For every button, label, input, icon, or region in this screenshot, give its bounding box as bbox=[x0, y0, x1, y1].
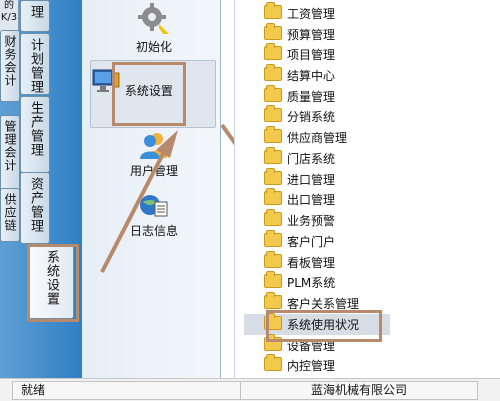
tree-item-distribution[interactable]: 分销系统 bbox=[264, 105, 335, 128]
folder-icon bbox=[264, 147, 282, 164]
tree-item-supplier[interactable]: 供应商管理 bbox=[264, 126, 347, 149]
tree-item-customer-portal[interactable]: 客户门户 bbox=[264, 230, 335, 253]
folder-icon bbox=[264, 209, 282, 226]
folder-icon bbox=[264, 64, 282, 81]
folder-icon bbox=[264, 2, 282, 19]
tree-item-quality[interactable]: 质量管理 bbox=[264, 85, 335, 108]
tree-item-kanban[interactable]: 看板管理 bbox=[264, 251, 335, 274]
status-text: 就绪 bbox=[12, 381, 242, 400]
folder-icon bbox=[264, 292, 282, 309]
tree-item-plm[interactable]: PLM系统 bbox=[264, 271, 335, 294]
tree-item-settlement[interactable]: 结算中心 bbox=[264, 64, 335, 87]
tree-item-store[interactable]: 门店系统 bbox=[264, 147, 335, 170]
folder-icon bbox=[264, 126, 282, 143]
tree-item-salary[interactable]: 工资管理 bbox=[264, 2, 335, 25]
folder-icon bbox=[264, 43, 282, 60]
tree-item-alert[interactable]: 业务预警 bbox=[264, 209, 335, 232]
annotation-box-tree-item bbox=[266, 310, 382, 342]
tree-item-internal-control[interactable]: 内控管理 bbox=[264, 354, 335, 377]
status-company: 蓝海机械有限公司 bbox=[240, 381, 478, 400]
tree-item-import[interactable]: 进口管理 bbox=[264, 168, 335, 191]
tree-item-export[interactable]: 出口管理 bbox=[264, 188, 335, 211]
folder-icon bbox=[264, 23, 282, 40]
folder-icon bbox=[264, 354, 282, 371]
folder-icon bbox=[264, 168, 282, 185]
folder-icon bbox=[264, 85, 282, 102]
tree-item-project[interactable]: 项目管理 bbox=[264, 43, 335, 66]
folder-icon bbox=[264, 188, 282, 205]
tree-item-budget[interactable]: 预算管理 bbox=[264, 23, 335, 46]
folder-icon bbox=[264, 251, 282, 268]
folder-icon bbox=[264, 271, 282, 288]
folder-icon bbox=[264, 105, 282, 122]
folder-icon bbox=[264, 230, 282, 247]
